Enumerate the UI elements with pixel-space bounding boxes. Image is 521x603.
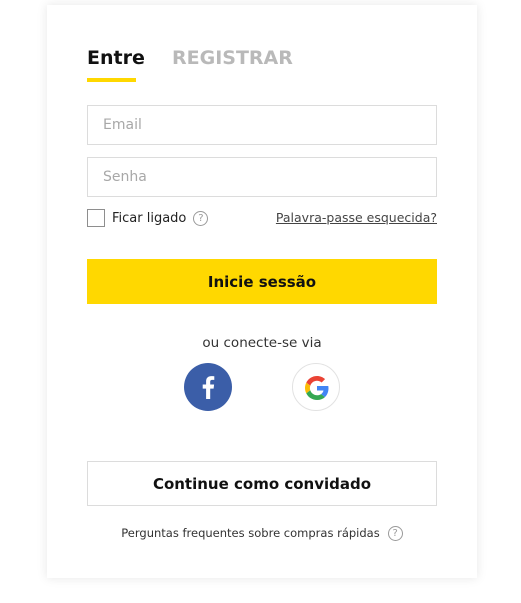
forgot-password-link[interactable]: Palavra-passe esquecida? — [276, 210, 437, 225]
email-input[interactable] — [88, 106, 436, 144]
google-icon — [305, 376, 329, 400]
email-field-wrapper — [87, 105, 437, 145]
remember-me: Ficar ligado ? — [87, 209, 209, 227]
faq-row: Perguntas frequentes sobre compras rápid… — [47, 526, 477, 541]
facebook-icon — [202, 376, 215, 399]
login-card: Entre REGISTRAR Ficar ligado ? Palavra-p… — [47, 5, 477, 578]
active-tab-indicator — [87, 78, 136, 82]
google-login-button[interactable] — [292, 363, 340, 411]
faq-link[interactable]: Perguntas frequentes sobre compras rápid… — [121, 526, 379, 540]
tab-register[interactable]: REGISTRAR — [172, 47, 293, 69]
password-field-wrapper — [87, 157, 437, 197]
help-icon[interactable]: ? — [193, 210, 209, 226]
faq-help-icon[interactable]: ? — [387, 526, 403, 541]
remember-me-label[interactable]: Ficar ligado — [112, 211, 186, 226]
guest-checkout-button[interactable]: Continue como convidado — [87, 461, 437, 506]
facebook-login-button[interactable] — [184, 363, 232, 411]
remember-me-checkbox[interactable] — [87, 209, 105, 227]
login-button[interactable]: Inicie sessão — [87, 259, 437, 304]
tab-login[interactable]: Entre — [87, 47, 145, 69]
password-input[interactable] — [88, 158, 436, 196]
social-login-label: ou conecte-se via — [202, 335, 322, 351]
